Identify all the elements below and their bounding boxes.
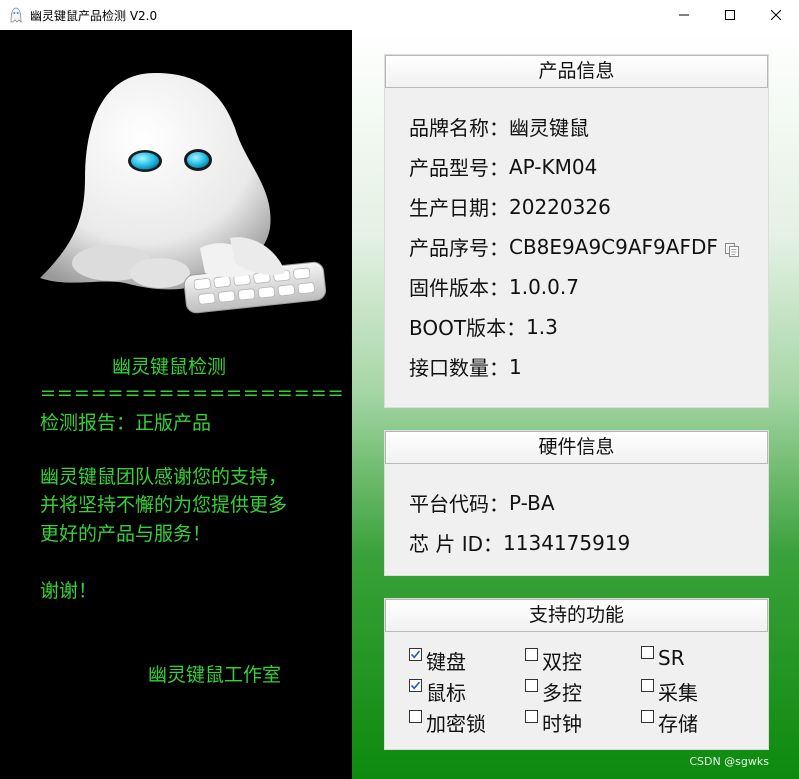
info-label: 芯 片 ID： xyxy=(409,532,504,556)
feature-label: SR xyxy=(658,646,685,670)
info-value: AP-KM04 xyxy=(509,154,598,179)
feature-label: 键盘 xyxy=(426,650,466,674)
info-value: 1134175919 xyxy=(503,530,631,555)
ghost-app-icon xyxy=(10,7,22,23)
feature-checkbox[interactable]: 双控 xyxy=(525,646,582,675)
info-label: 接口数量： xyxy=(409,356,509,380)
feature-label: 采集 xyxy=(658,681,698,705)
product-info-row: 生产日期： 20220326 xyxy=(409,192,611,221)
feature-label: 鼠标 xyxy=(426,681,466,705)
info-label: BOOT版本： xyxy=(409,316,527,340)
product-info-row: 产品型号： AP-KM04 xyxy=(409,152,597,181)
ghost-mascot-image xyxy=(40,73,327,314)
product-info-row: 产品序号： CB8E9A9C9AF9AFDF xyxy=(409,232,740,261)
feature-label: 多控 xyxy=(542,681,582,705)
report-terminal: 幽灵键鼠检测 ================== 检测报告：正版产品 幽灵键鼠… xyxy=(0,30,352,779)
copy-icon-glyph xyxy=(724,242,739,257)
info-label: 产品序号： xyxy=(409,236,509,260)
feature-label: 时钟 xyxy=(542,712,582,736)
feature-label: 加密锁 xyxy=(426,712,486,736)
hardware-info-row: 芯 片 ID： 1134175919 xyxy=(409,528,630,557)
close-icon xyxy=(771,10,781,20)
product-info-title: 产品信息 xyxy=(385,55,768,88)
checkbox-checked-icon[interactable] xyxy=(409,648,422,661)
checkbox-unchecked-icon[interactable] xyxy=(525,679,538,692)
product-info-group: 产品信息 品牌名称： 幽灵键鼠 产品型号： AP-KM04 生产日期： 2022032… xyxy=(384,54,769,408)
checkbox-unchecked-icon[interactable] xyxy=(641,645,654,659)
checkbox-checked-icon[interactable] xyxy=(409,679,422,692)
checkbox-unchecked-icon[interactable] xyxy=(409,710,422,723)
terminal-thanks-line3: 更好的产品与服务！ xyxy=(40,523,212,545)
features-title: 支持的功能 xyxy=(385,599,768,632)
feature-checkbox[interactable]: 采集 xyxy=(641,677,698,706)
product-info-row: 品牌名称： 幽灵键鼠 xyxy=(409,112,589,141)
title-bar: 幽灵键鼠产品检测 V2.0 xyxy=(0,0,799,30)
checkbox-unchecked-icon[interactable] xyxy=(641,679,654,692)
feature-checkbox[interactable]: SR xyxy=(641,645,685,670)
terminal-heading: 幽灵键鼠检测 xyxy=(112,356,227,378)
feature-label: 存储 xyxy=(658,712,698,736)
close-button[interactable] xyxy=(753,0,799,30)
terminal-divider: ================== xyxy=(40,382,345,404)
hardware-info-title: 硬件信息 xyxy=(385,431,768,464)
feature-label: 双控 xyxy=(542,650,582,674)
product-info-row: BOOT版本： 1.3 xyxy=(409,312,558,341)
info-label: 品牌名称： xyxy=(409,116,509,140)
hardware-info-row: 平台代码： P-BA xyxy=(409,488,555,517)
checkbox-unchecked-icon[interactable] xyxy=(641,710,654,723)
terminal-thanks-line2: 并将坚持不懈的为您提供更多 xyxy=(40,494,288,516)
copy-icon[interactable] xyxy=(724,239,740,257)
hardware-info-group: 硬件信息 平台代码： P-BA 芯 片 ID： 1134175919 xyxy=(384,430,769,576)
watermark-text: CSDN @sgwks xyxy=(689,755,769,768)
info-value: 1 xyxy=(509,354,522,379)
serial-number-value: CB8E9A9C9AF9AFDF xyxy=(509,234,718,259)
product-info-row: 接口数量： 1 xyxy=(409,352,522,381)
info-label: 固件版本： xyxy=(409,276,509,300)
terminal-report: 检测报告：正版产品 xyxy=(40,412,212,434)
feature-checkbox[interactable]: 存储 xyxy=(641,708,698,737)
info-value: 1.0.0.7 xyxy=(509,274,579,299)
feature-checkbox[interactable]: 多控 xyxy=(525,677,582,706)
info-label: 平台代码： xyxy=(409,492,509,516)
minimize-icon xyxy=(679,14,689,16)
feature-checkbox[interactable]: 时钟 xyxy=(525,708,582,737)
terminal-bye: 谢谢！ xyxy=(40,580,98,602)
info-label: 生产日期： xyxy=(409,196,509,220)
feature-checkbox[interactable]: 加密锁 xyxy=(409,708,486,737)
info-value: 幽灵键鼠 xyxy=(509,116,589,140)
maximize-icon xyxy=(725,10,735,20)
product-info-row: 固件版本： 1.0.0.7 xyxy=(409,272,579,301)
window-title: 幽灵键鼠产品检测 V2.0 xyxy=(30,9,158,23)
minimize-button[interactable] xyxy=(661,0,707,30)
checkbox-unchecked-icon[interactable] xyxy=(525,710,538,723)
terminal-thanks-line1: 幽灵键鼠团队感谢您的支持， xyxy=(40,466,288,488)
feature-checkbox[interactable]: 鼠标 xyxy=(409,677,466,706)
info-panel: 产品信息 品牌名称： 幽灵键鼠 产品型号： AP-KM04 生产日期： 2022032… xyxy=(352,30,799,779)
feature-checkbox[interactable]: 键盘 xyxy=(409,646,466,675)
terminal-signature: 幽灵键鼠工作室 xyxy=(148,664,282,686)
maximize-button[interactable] xyxy=(707,0,753,30)
info-value: 20220326 xyxy=(509,194,611,219)
info-label: 产品型号： xyxy=(409,156,509,180)
info-value: 1.3 xyxy=(526,314,558,339)
features-group: 支持的功能 键盘 双控 SR 鼠标 多控 采集加密锁 时钟 存储 xyxy=(384,598,769,750)
info-value: P-BA xyxy=(509,490,555,515)
checkbox-unchecked-icon[interactable] xyxy=(525,648,538,661)
